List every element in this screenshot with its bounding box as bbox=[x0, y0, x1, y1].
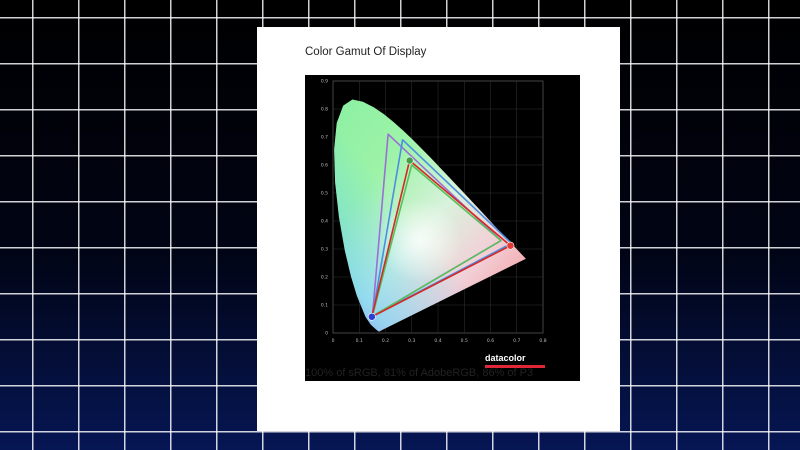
x-tick-label: 0 bbox=[332, 338, 335, 344]
panel-title: Color Gamut Of Display bbox=[305, 46, 427, 58]
red-primary-marker bbox=[506, 241, 515, 250]
x-tick-label: 0.6 bbox=[487, 338, 494, 344]
logo-text: datacolor bbox=[485, 353, 526, 363]
y-tick-label: 0.2 bbox=[321, 275, 328, 281]
x-tick-label: 0.1 bbox=[356, 338, 363, 344]
y-tick-label: 0 bbox=[325, 331, 328, 337]
y-tick-label: 0.9 bbox=[321, 79, 328, 85]
y-tick-label: 0.6 bbox=[321, 163, 328, 169]
gamut-panel: Color Gamut Of Display 0 0.1 0.2 0.3 0.4… bbox=[257, 27, 620, 431]
x-tick-label: 0.5 bbox=[461, 338, 468, 344]
y-tick-label: 0.7 bbox=[321, 135, 328, 141]
x-tick-label: 0.8 bbox=[539, 338, 546, 344]
cie-gamut-chart: 0 0.1 0.2 0.3 0.4 0.5 0.6 0.7 0.8 0 0.1 0.2 0.3 0.4 0.… bbox=[305, 75, 580, 381]
green-primary-marker bbox=[405, 156, 414, 165]
x-tick-label: 0.7 bbox=[513, 338, 520, 344]
y-tick-label: 0.4 bbox=[321, 219, 328, 225]
x-tick-label: 0.2 bbox=[382, 338, 389, 344]
y-tick-label: 0.1 bbox=[321, 303, 328, 309]
x-tick-label: 0.3 bbox=[408, 338, 415, 344]
gamut-caption: 100% of sRGB, 81% of AdobeRGB, 86% of P3 bbox=[305, 367, 534, 379]
y-tick-label: 0.8 bbox=[321, 107, 328, 113]
y-tick-label: 0.3 bbox=[321, 247, 328, 253]
y-tick-label: 0.5 bbox=[321, 191, 328, 197]
blue-primary-marker bbox=[367, 312, 376, 321]
x-tick-label: 0.4 bbox=[434, 338, 441, 344]
